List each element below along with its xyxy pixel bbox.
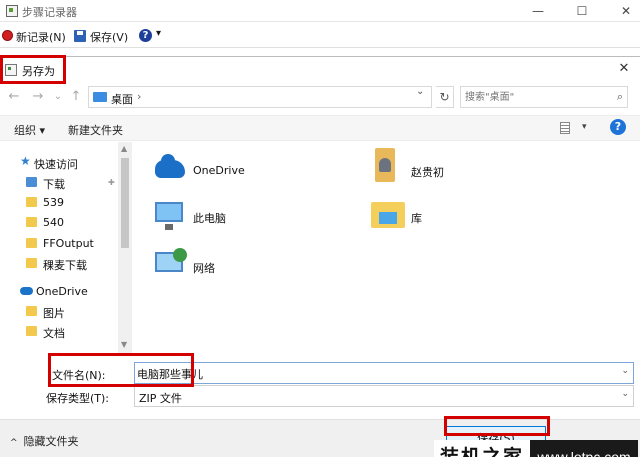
nav-item-label: 文档: [43, 327, 65, 340]
nav-onedrive-label: OneDrive: [36, 285, 88, 298]
hide-folders-label: 隐藏文件夹: [23, 435, 79, 448]
network-icon: [155, 248, 187, 272]
view-options-icon[interactable]: [560, 122, 570, 134]
minimize-button[interactable]: —: [530, 3, 546, 19]
filetype-label: 保存类型(T):: [46, 392, 110, 405]
outer-window-title: 步骤记录器: [22, 6, 77, 19]
folder-icon: [26, 306, 37, 316]
content-item-label: 赵贵初: [411, 166, 444, 179]
view-dropdown-icon[interactable]: ▾: [582, 122, 587, 132]
search-icon[interactable]: ⌕: [617, 90, 623, 104]
content-item-network[interactable]: 网络: [151, 248, 351, 288]
record-icon: [2, 30, 13, 41]
organize-menu[interactable]: 组织 ▾: [14, 122, 45, 138]
steps-recorder-app-icon: [6, 5, 18, 17]
content-item-onedrive[interactable]: OneDrive: [151, 152, 351, 192]
library-icon: [371, 202, 405, 228]
onedrive-icon: [155, 154, 185, 178]
nav-item-label: FFOutput: [43, 237, 94, 250]
onedrive-cloud-icon: [20, 287, 33, 295]
content-item-label: 库: [411, 212, 422, 225]
folder-icon: [26, 326, 37, 336]
pin-icon: ✚: [108, 178, 115, 187]
watermark-url: www.lotpc.com: [530, 440, 638, 457]
new-folder-button[interactable]: 新建文件夹: [68, 122, 123, 138]
content-item-user-folder[interactable]: 赵贵初: [369, 148, 569, 188]
up-arrow-icon[interactable]: ↑: [68, 89, 84, 105]
dialog-help-icon[interactable]: ?: [610, 119, 626, 135]
nav-item-label: 539: [43, 196, 64, 209]
nav-item-label: 下载: [43, 178, 65, 191]
search-input[interactable]: [465, 90, 605, 105]
content-item-library[interactable]: 库: [369, 198, 569, 238]
address-location[interactable]: 桌面: [111, 91, 133, 107]
nav-quick-access-label: 快速访问: [34, 158, 78, 171]
desktop-folder-icon: [93, 92, 107, 102]
filename-input[interactable]: [137, 366, 607, 381]
filetype-dropdown-icon[interactable]: ⌄: [621, 389, 629, 399]
save-steps-button[interactable]: 保存(V): [90, 29, 128, 45]
scrollbar-thumb[interactable]: [121, 158, 129, 248]
filetype-select[interactable]: ZIP 文件 ⌄: [134, 385, 634, 407]
folder-icon: [26, 217, 37, 227]
filename-field[interactable]: ⌄: [134, 362, 634, 384]
scroll-down-arrow-icon[interactable]: ▼: [121, 340, 127, 349]
navigation-pane: ★ 快速访问 下载 ✚ 539 540 FFOutput 稞麦下载 OneDri…: [0, 142, 132, 354]
folder-icon: [26, 197, 37, 207]
chevron-up-icon: ^: [10, 438, 18, 448]
floppy-save-icon: [74, 30, 86, 42]
nav-item-label: 图片: [43, 307, 65, 320]
highlight-save-as-title: [0, 55, 66, 84]
scroll-up-arrow-icon[interactable]: ▲: [121, 144, 127, 153]
address-dropdown-icon[interactable]: ⌄: [416, 86, 424, 97]
star-icon: ★: [20, 154, 31, 168]
nav-pane-scrollbar[interactable]: ▲ ▼: [118, 142, 132, 354]
outer-title-bar: 步骤记录器 — ☐ ✕: [0, 0, 640, 22]
recent-locations-chevron-icon[interactable]: ⌄: [50, 89, 66, 105]
help-icon[interactable]: ?: [139, 29, 152, 42]
content-item-label: 网络: [193, 262, 215, 275]
maximize-button[interactable]: ☐: [574, 3, 590, 19]
dialog-title-bar: 另存为 ✕: [0, 57, 640, 83]
command-bar: 组织 ▾ 新建文件夹 ▾ ?: [0, 115, 640, 141]
refresh-icon[interactable]: ↻: [436, 86, 454, 108]
nav-item-label: 稞麦下载: [43, 259, 87, 272]
content-item-label: OneDrive: [193, 164, 245, 177]
highlight-filename: [48, 353, 194, 387]
address-row: ← → ⌄ ↑ 桌面 › ⌄ ↻ ⌕: [0, 83, 640, 111]
breadcrumb-chevron-icon[interactable]: ›: [137, 90, 141, 103]
new-record-button[interactable]: 新记录(N): [16, 29, 66, 45]
content-item-this-pc[interactable]: 此电脑: [151, 198, 351, 238]
dialog-close-button[interactable]: ✕: [616, 61, 632, 77]
file-content-area: OneDrive 赵贵初 此电脑 库 网络: [133, 142, 640, 354]
folder-icon: [26, 258, 37, 268]
filename-dropdown-icon[interactable]: ⌄: [621, 366, 629, 376]
save-as-dialog: 另存为 ✕ ← → ⌄ ↑ 桌面 › ⌄ ↻ ⌕ 组织 ▾ 新建文件夹 ▾ ? …: [0, 56, 640, 457]
highlight-save-button: [444, 416, 550, 436]
back-arrow-icon[interactable]: ←: [6, 89, 22, 105]
folder-icon: [26, 238, 37, 248]
close-window-button[interactable]: ✕: [618, 3, 634, 19]
content-item-label: 此电脑: [193, 212, 226, 225]
computer-icon: [155, 202, 183, 230]
nav-item-label: 540: [43, 216, 64, 229]
site-watermark: 装机之家 www.lotpc.com: [432, 440, 638, 457]
address-bar[interactable]: 桌面 ›: [88, 86, 432, 108]
watermark-chinese-text: 装机之家: [434, 440, 530, 457]
filetype-value[interactable]: ZIP 文件: [139, 390, 182, 406]
download-folder-icon: [26, 177, 37, 187]
search-box[interactable]: ⌕: [460, 86, 628, 108]
help-dropdown-icon[interactable]: ▾: [156, 28, 161, 39]
recorder-toolbar: 新记录(N) 保存(V) ? ▾: [0, 24, 640, 48]
user-folder-icon: [375, 148, 395, 182]
forward-arrow-icon[interactable]: →: [30, 89, 46, 105]
hide-folders-toggle[interactable]: ^ 隐藏文件夹: [10, 433, 79, 449]
